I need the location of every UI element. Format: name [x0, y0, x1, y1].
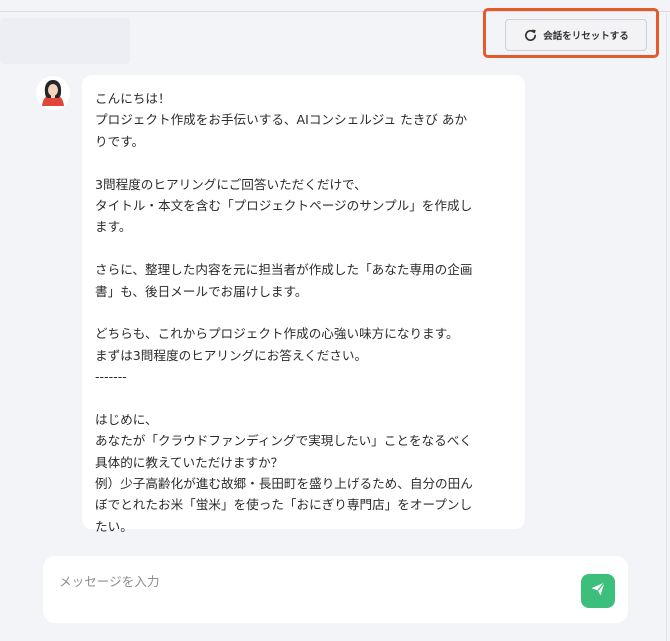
message-line: こんにちは！ — [95, 91, 171, 106]
send-button[interactable] — [581, 574, 615, 608]
message-line — [95, 238, 513, 259]
message-line: りです。 — [95, 133, 145, 149]
reset-conversation-button[interactable]: 会話をリセットする — [505, 19, 647, 51]
message-line: どちらも、これからプロジェクト作成の心強い味方になります。 — [95, 326, 459, 342]
message-line: あなたが「クラウドファンディングで実現したい」ことをなるべく — [95, 433, 472, 449]
message-line — [95, 387, 513, 408]
message-composer — [43, 556, 628, 623]
message-line: ぼでとれたお米「蛍米」を使った「おにぎり専門店」をオープンし — [95, 497, 473, 513]
message-line: プロジェクト作成をお手伝いする、AIコンシェルジュ たきび あか — [95, 112, 468, 128]
assistant-message-bubble: こんにちは！ プロジェクト作成をお手伝いする、AIコンシェルジュ たきび あか … — [82, 75, 525, 534]
message-line: 3問程度のヒアリングにご回答いただくだけで、 — [95, 176, 367, 192]
message-line: 具体的に教えていただけますか？ — [95, 454, 284, 470]
message-line — [95, 302, 513, 323]
message-line: さらに、整理した内容を元に担当者が作成した「あなた専用の企画 — [95, 262, 473, 278]
reset-button-label: 会話をリセットする — [543, 31, 629, 42]
right-divider — [666, 12, 667, 641]
message-line: 例）少子高齢化が進む故郷・長田町を盛り上げるため、自分の田ん — [95, 476, 473, 492]
message-line: タイトル・本文を含む「プロジェクトページのサンプル」を作成し — [95, 197, 473, 213]
assistant-avatar — [36, 76, 70, 110]
refresh-icon — [523, 28, 538, 43]
send-icon — [590, 581, 606, 601]
message-line: まずは3問程度のヒアリングにお答えください。 — [95, 347, 368, 363]
message-input[interactable] — [59, 570, 559, 592]
message-line: ます。 — [95, 219, 132, 235]
message-line: はじめに、 — [95, 411, 158, 427]
message-line: 書」も、後日メールでお届けします。 — [95, 283, 308, 299]
message-line — [95, 152, 513, 173]
message-line: ------- — [95, 369, 127, 385]
header-blank-area — [0, 18, 130, 64]
message-line: たい。 — [95, 518, 133, 534]
